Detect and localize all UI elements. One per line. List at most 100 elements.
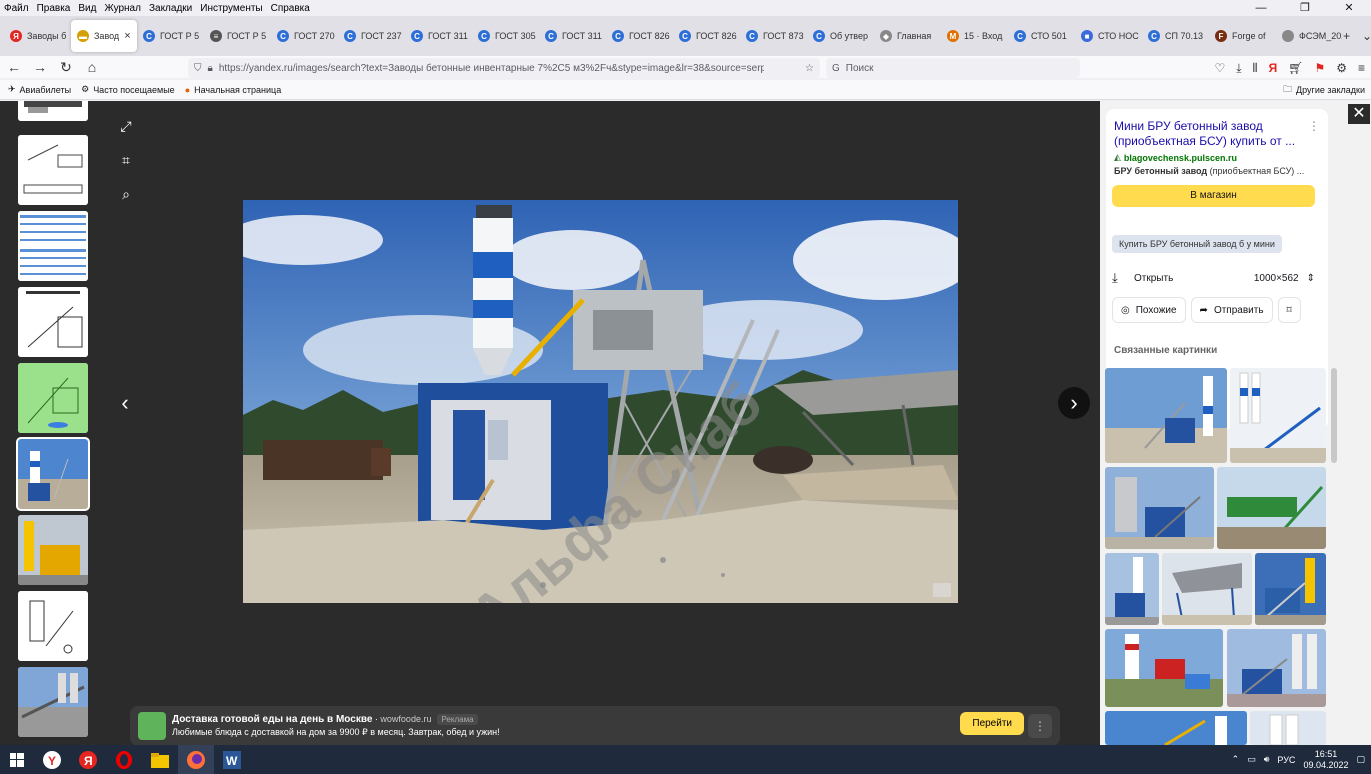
related-image[interactable] [1230, 368, 1326, 463]
browser-tab[interactable]: C ГОСТ 873 [740, 20, 807, 52]
browser-tab[interactable]: C ГОСТ 311 [405, 20, 472, 52]
download-icon[interactable]: ⤓ [1112, 270, 1134, 286]
menu-item[interactable]: Инструменты [200, 3, 262, 14]
browser-tab[interactable]: C ГОСТ Р 5 [137, 20, 204, 52]
related-image[interactable] [1105, 553, 1159, 625]
shield-icon[interactable]: ⛉ [194, 63, 202, 74]
thumbnail[interactable] [18, 363, 88, 433]
new-tab-icon[interactable]: + [1343, 29, 1350, 43]
word-icon[interactable]: W [214, 745, 250, 774]
menu-item[interactable]: Справка [271, 3, 310, 14]
browser-tab[interactable]: C СП 70.13 [1142, 20, 1209, 52]
bookmark-home-page[interactable]: ● Начальная страница [185, 85, 282, 95]
bookmark-flights[interactable]: ✈ Авиабилеты [8, 84, 71, 95]
forward-arrow-icon[interactable]: → [28, 57, 52, 77]
related-image[interactable] [1227, 629, 1326, 707]
more-dots-icon[interactable]: ⋮ [1308, 119, 1320, 133]
next-image-button[interactable]: › [1058, 387, 1090, 419]
flag-icon[interactable]: ⚑ [1314, 61, 1325, 75]
yandex-icon[interactable]: Я [1269, 61, 1278, 75]
tray-arrow-icon[interactable]: ⌃ [1232, 754, 1240, 765]
related-image[interactable] [1105, 711, 1247, 745]
open-button[interactable]: Открыть [1134, 273, 1173, 284]
search-tag-chip[interactable]: Купить БРУ бетонный завод б у мини [1112, 235, 1282, 253]
downloads-icon[interactable]: ⤓ [1236, 61, 1241, 76]
browser-tab[interactable]: C ГОСТ 311 [539, 20, 606, 52]
maximize-button[interactable]: ❐ [1283, 0, 1327, 16]
yandex-browser-icon[interactable]: Y [34, 745, 70, 774]
related-image[interactable] [1255, 553, 1326, 625]
other-bookmarks[interactable]: 🗀 Другие закладки [1283, 82, 1371, 98]
ad-more-button[interactable]: ⋮ [1028, 714, 1052, 738]
opera-icon[interactable] [106, 745, 142, 774]
bookmark-most-visited[interactable]: ⚙ Часто посещаемые [81, 84, 175, 95]
firefox-taskbar-icon[interactable] [178, 745, 214, 774]
ad-go-button[interactable]: Перейти [960, 712, 1024, 735]
bookmark-star-icon[interactable]: ☆ [805, 63, 820, 74]
browser-tab[interactable]: C ГОСТ 826 [673, 20, 740, 52]
menu-item[interactable]: Закладки [149, 3, 192, 14]
back-arrow-icon[interactable]: ← [2, 57, 26, 77]
main-image[interactable]: Альфа Снаб [243, 200, 958, 603]
menu-item[interactable]: Вид [78, 3, 96, 14]
notifications-icon[interactable]: ▢ [1356, 754, 1365, 765]
product-title[interactable]: Мини БРУ бетонный завод (приобъектная БС… [1114, 119, 1304, 149]
browser-tab[interactable]: C СТО 501 [1008, 20, 1075, 52]
library-icon[interactable]: ⫴ [1253, 61, 1258, 76]
thumbnail[interactable] [18, 515, 88, 585]
related-image[interactable] [1217, 467, 1326, 549]
windows-start-icon[interactable] [0, 745, 34, 774]
thumbnail-active[interactable] [16, 437, 90, 511]
related-image[interactable] [1105, 629, 1223, 707]
home-icon[interactable]: ⌂ [80, 57, 104, 77]
related-image[interactable] [1162, 553, 1252, 625]
browser-tab[interactable]: C ГОСТ 237 [338, 20, 405, 52]
minimize-button[interactable]: — [1239, 0, 1283, 16]
ad-banner[interactable]: Доставка готовой еды на день в Москве · … [130, 706, 1060, 746]
browser-tab[interactable]: C Об утвер [807, 20, 874, 52]
menu-item[interactable]: Файл [4, 3, 29, 14]
menu-item[interactable]: Правка [37, 3, 71, 14]
send-button[interactable]: ➦ Отправить [1190, 297, 1273, 323]
panel-scrollbar[interactable] [1331, 368, 1337, 463]
thumbnail[interactable] [18, 287, 88, 357]
url-text[interactable]: https://yandex.ru/images/search?text=Зав… [219, 63, 764, 74]
search-engine-icon[interactable]: G [832, 63, 840, 74]
browser-tab[interactable]: C ГОСТ 826 [606, 20, 673, 52]
thumbnail[interactable] [18, 135, 88, 205]
size-arrows-icon[interactable]: ⇕ [1307, 273, 1315, 284]
shop-button[interactable]: В магазин [1112, 185, 1315, 207]
tab-list-icon[interactable]: ⌄ [1362, 29, 1371, 43]
close-viewer-button[interactable]: ✕ [1348, 104, 1370, 124]
save-bookmark-button[interactable]: ⌑ [1277, 297, 1301, 323]
browser-tab[interactable]: C ГОСТ 270 [271, 20, 338, 52]
related-image[interactable] [1105, 368, 1227, 463]
menu-icon[interactable]: ≡ [1358, 61, 1365, 75]
related-image[interactable] [1105, 467, 1214, 549]
volume-icon[interactable]: 🔊︎ [1264, 754, 1270, 765]
yandex-icon[interactable]: Я [70, 745, 106, 774]
lock-icon[interactable]: 🔒︎ [208, 63, 213, 74]
crop-icon[interactable]: ⌗ [114, 149, 138, 171]
close-window-button[interactable]: ✕ [1327, 0, 1371, 16]
thumbnail[interactable] [18, 667, 88, 737]
language-indicator[interactable]: РУС [1277, 755, 1295, 765]
ad-title[interactable]: Доставка готовой еды на день в Москве [172, 714, 372, 725]
thumbnail[interactable] [18, 211, 88, 281]
clock[interactable]: 16:51 09.04.2022 [1303, 749, 1348, 771]
cart-icon[interactable]: 🛒︎ [1288, 61, 1303, 75]
browser-tab[interactable]: C ГОСТ 305 [472, 20, 539, 52]
browser-tab[interactable]: M 15 · Вход [941, 20, 1008, 52]
tab-close-icon[interactable]: × [124, 30, 130, 42]
image-size-select[interactable]: 1000×562 [1254, 273, 1299, 284]
tab-active[interactable]: ▬ Завод × [71, 20, 137, 52]
thumbnail[interactable] [18, 101, 88, 121]
extension-icon[interactable]: ⚙ [1336, 61, 1347, 75]
thumbnail[interactable] [18, 591, 88, 661]
previous-image-button[interactable]: ‹ [109, 387, 141, 419]
browser-tab[interactable]: ■ СТО НОС [1075, 20, 1142, 52]
fullscreen-icon[interactable]: ⤢ [114, 115, 138, 137]
search-input[interactable]: Поиск [846, 63, 874, 74]
browser-tab[interactable]: ФСЭМ_2020_ [1276, 20, 1343, 52]
menu-item[interactable]: Журнал [104, 3, 141, 14]
